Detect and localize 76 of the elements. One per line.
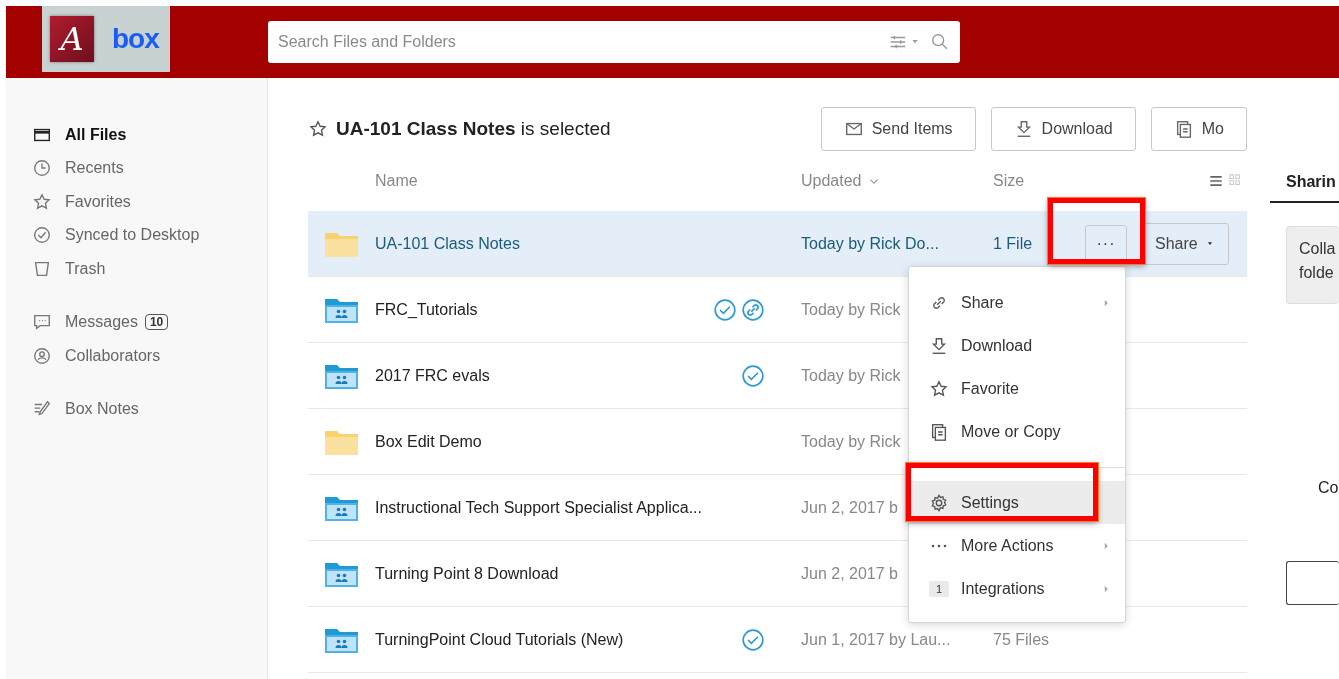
star-icon bbox=[308, 119, 328, 139]
sidebar-label: All Files bbox=[65, 125, 127, 144]
shared-folder-icon bbox=[325, 362, 358, 389]
sidebar-tab[interactable]: Sharin bbox=[1270, 173, 1339, 203]
sidebar-label: Trash bbox=[65, 259, 106, 278]
clock-icon bbox=[32, 158, 52, 179]
search-field[interactable]: Search Files and Folders bbox=[268, 21, 960, 63]
sidebar-label: Box Notes bbox=[65, 400, 139, 419]
folder-icon bbox=[325, 428, 358, 455]
menu-item[interactable]: Favorite bbox=[909, 367, 1125, 410]
panel-label: Co bbox=[1318, 479, 1339, 497]
person-icon bbox=[32, 345, 52, 366]
check-icon bbox=[32, 225, 52, 246]
file-name[interactable]: UA-101 Class Notes bbox=[375, 234, 520, 253]
file-name[interactable]: TurningPoint Cloud Tutorials (New) bbox=[375, 630, 624, 649]
sidebar-label: Messages bbox=[65, 313, 138, 332]
toolbar-button[interactable]: Mo bbox=[1150, 107, 1247, 151]
column-header[interactable]: Size bbox=[993, 172, 1025, 190]
star-icon bbox=[929, 378, 949, 399]
size-cell: 1 File bbox=[993, 234, 1033, 253]
selection-title: UA-101 Class Notes is selected bbox=[336, 118, 612, 140]
column-header[interactable]: Name bbox=[375, 172, 418, 190]
shared-link-icon bbox=[741, 297, 765, 322]
sidebar-item[interactable]: Synced to Desktop bbox=[32, 218, 267, 252]
copy-icon bbox=[929, 421, 949, 442]
toolbar-button[interactable]: Send Items bbox=[820, 107, 976, 151]
notice-text: Colla bbox=[1299, 239, 1337, 259]
menu-item[interactable]: 1 Integrations bbox=[909, 567, 1125, 610]
toolbar-button[interactable]: Download bbox=[990, 107, 1136, 151]
sidebar-label: Collaborators bbox=[65, 346, 161, 365]
updated-cell: Today by Rick bbox=[801, 366, 901, 385]
synced-check-icon bbox=[741, 627, 765, 652]
search-icon bbox=[930, 32, 950, 52]
panel-button[interactable] bbox=[1286, 561, 1339, 605]
sidebar-label: Recents bbox=[65, 159, 124, 178]
file-name[interactable]: Instructional Tech Support Specialist Applica... bbox=[375, 498, 702, 517]
folder-icon bbox=[325, 230, 358, 257]
sidebar-item[interactable]: Recents bbox=[32, 151, 267, 185]
menu-item[interactable]: Move or Copy bbox=[909, 410, 1125, 453]
file-row[interactable]: UA-101 Class Notes Today by Rick Do... 1 File ··· Share bbox=[308, 211, 1247, 277]
shared-folder-icon bbox=[325, 494, 358, 521]
sidebar-label: Synced to Desktop bbox=[65, 226, 200, 245]
logo-mark: A bbox=[50, 16, 94, 62]
sidebar-item[interactable]: Collaborators bbox=[32, 339, 267, 373]
notice-text: folde bbox=[1299, 263, 1335, 283]
star-icon bbox=[32, 191, 52, 212]
shared-folder-icon bbox=[325, 560, 358, 587]
sidebar-label: Favorites bbox=[65, 192, 131, 211]
count-badge: 10 bbox=[144, 314, 169, 331]
sidebar-item[interactable]: All Files bbox=[32, 118, 267, 152]
gear-icon bbox=[929, 492, 949, 513]
menu-item[interactable]: Share bbox=[909, 281, 1125, 324]
sidebar-item[interactable]: Messages 10 bbox=[32, 305, 267, 339]
sidebar-item[interactable]: Trash bbox=[32, 252, 267, 286]
column-header[interactable]: Updated bbox=[801, 172, 862, 190]
updated-cell: Jun 2, 2017 b bbox=[801, 564, 898, 583]
logo-wordmark: box bbox=[112, 23, 159, 55]
size-cell: 75 Files bbox=[993, 630, 1050, 649]
file-name[interactable]: FRC_Tutorials bbox=[375, 300, 478, 319]
file-name[interactable]: Turning Point 8 Download bbox=[375, 564, 559, 583]
count-badge: 1 bbox=[929, 580, 949, 597]
shared-folder-icon bbox=[325, 296, 358, 323]
sidebar-item[interactable]: Box Notes bbox=[32, 392, 267, 426]
sidebar-item[interactable]: Favorites bbox=[32, 185, 267, 219]
file-name[interactable]: Box Edit Demo bbox=[375, 432, 482, 451]
updated-cell: Today by Rick Do... bbox=[801, 234, 939, 253]
shared-folder-icon bbox=[325, 626, 358, 653]
synced-check-icon bbox=[741, 363, 765, 388]
grid-view-icon bbox=[1227, 172, 1243, 188]
updated-cell: Today by Rick bbox=[801, 300, 901, 319]
file-name[interactable]: 2017 FRC evals bbox=[375, 366, 490, 385]
dots-icon bbox=[931, 543, 947, 548]
updated-cell: Today by Rick bbox=[801, 432, 901, 451]
updated-cell: Jun 1, 2017 by Lau... bbox=[801, 630, 951, 649]
updated-cell: Jun 2, 2017 b bbox=[801, 498, 898, 517]
synced-check-icon bbox=[713, 297, 737, 322]
